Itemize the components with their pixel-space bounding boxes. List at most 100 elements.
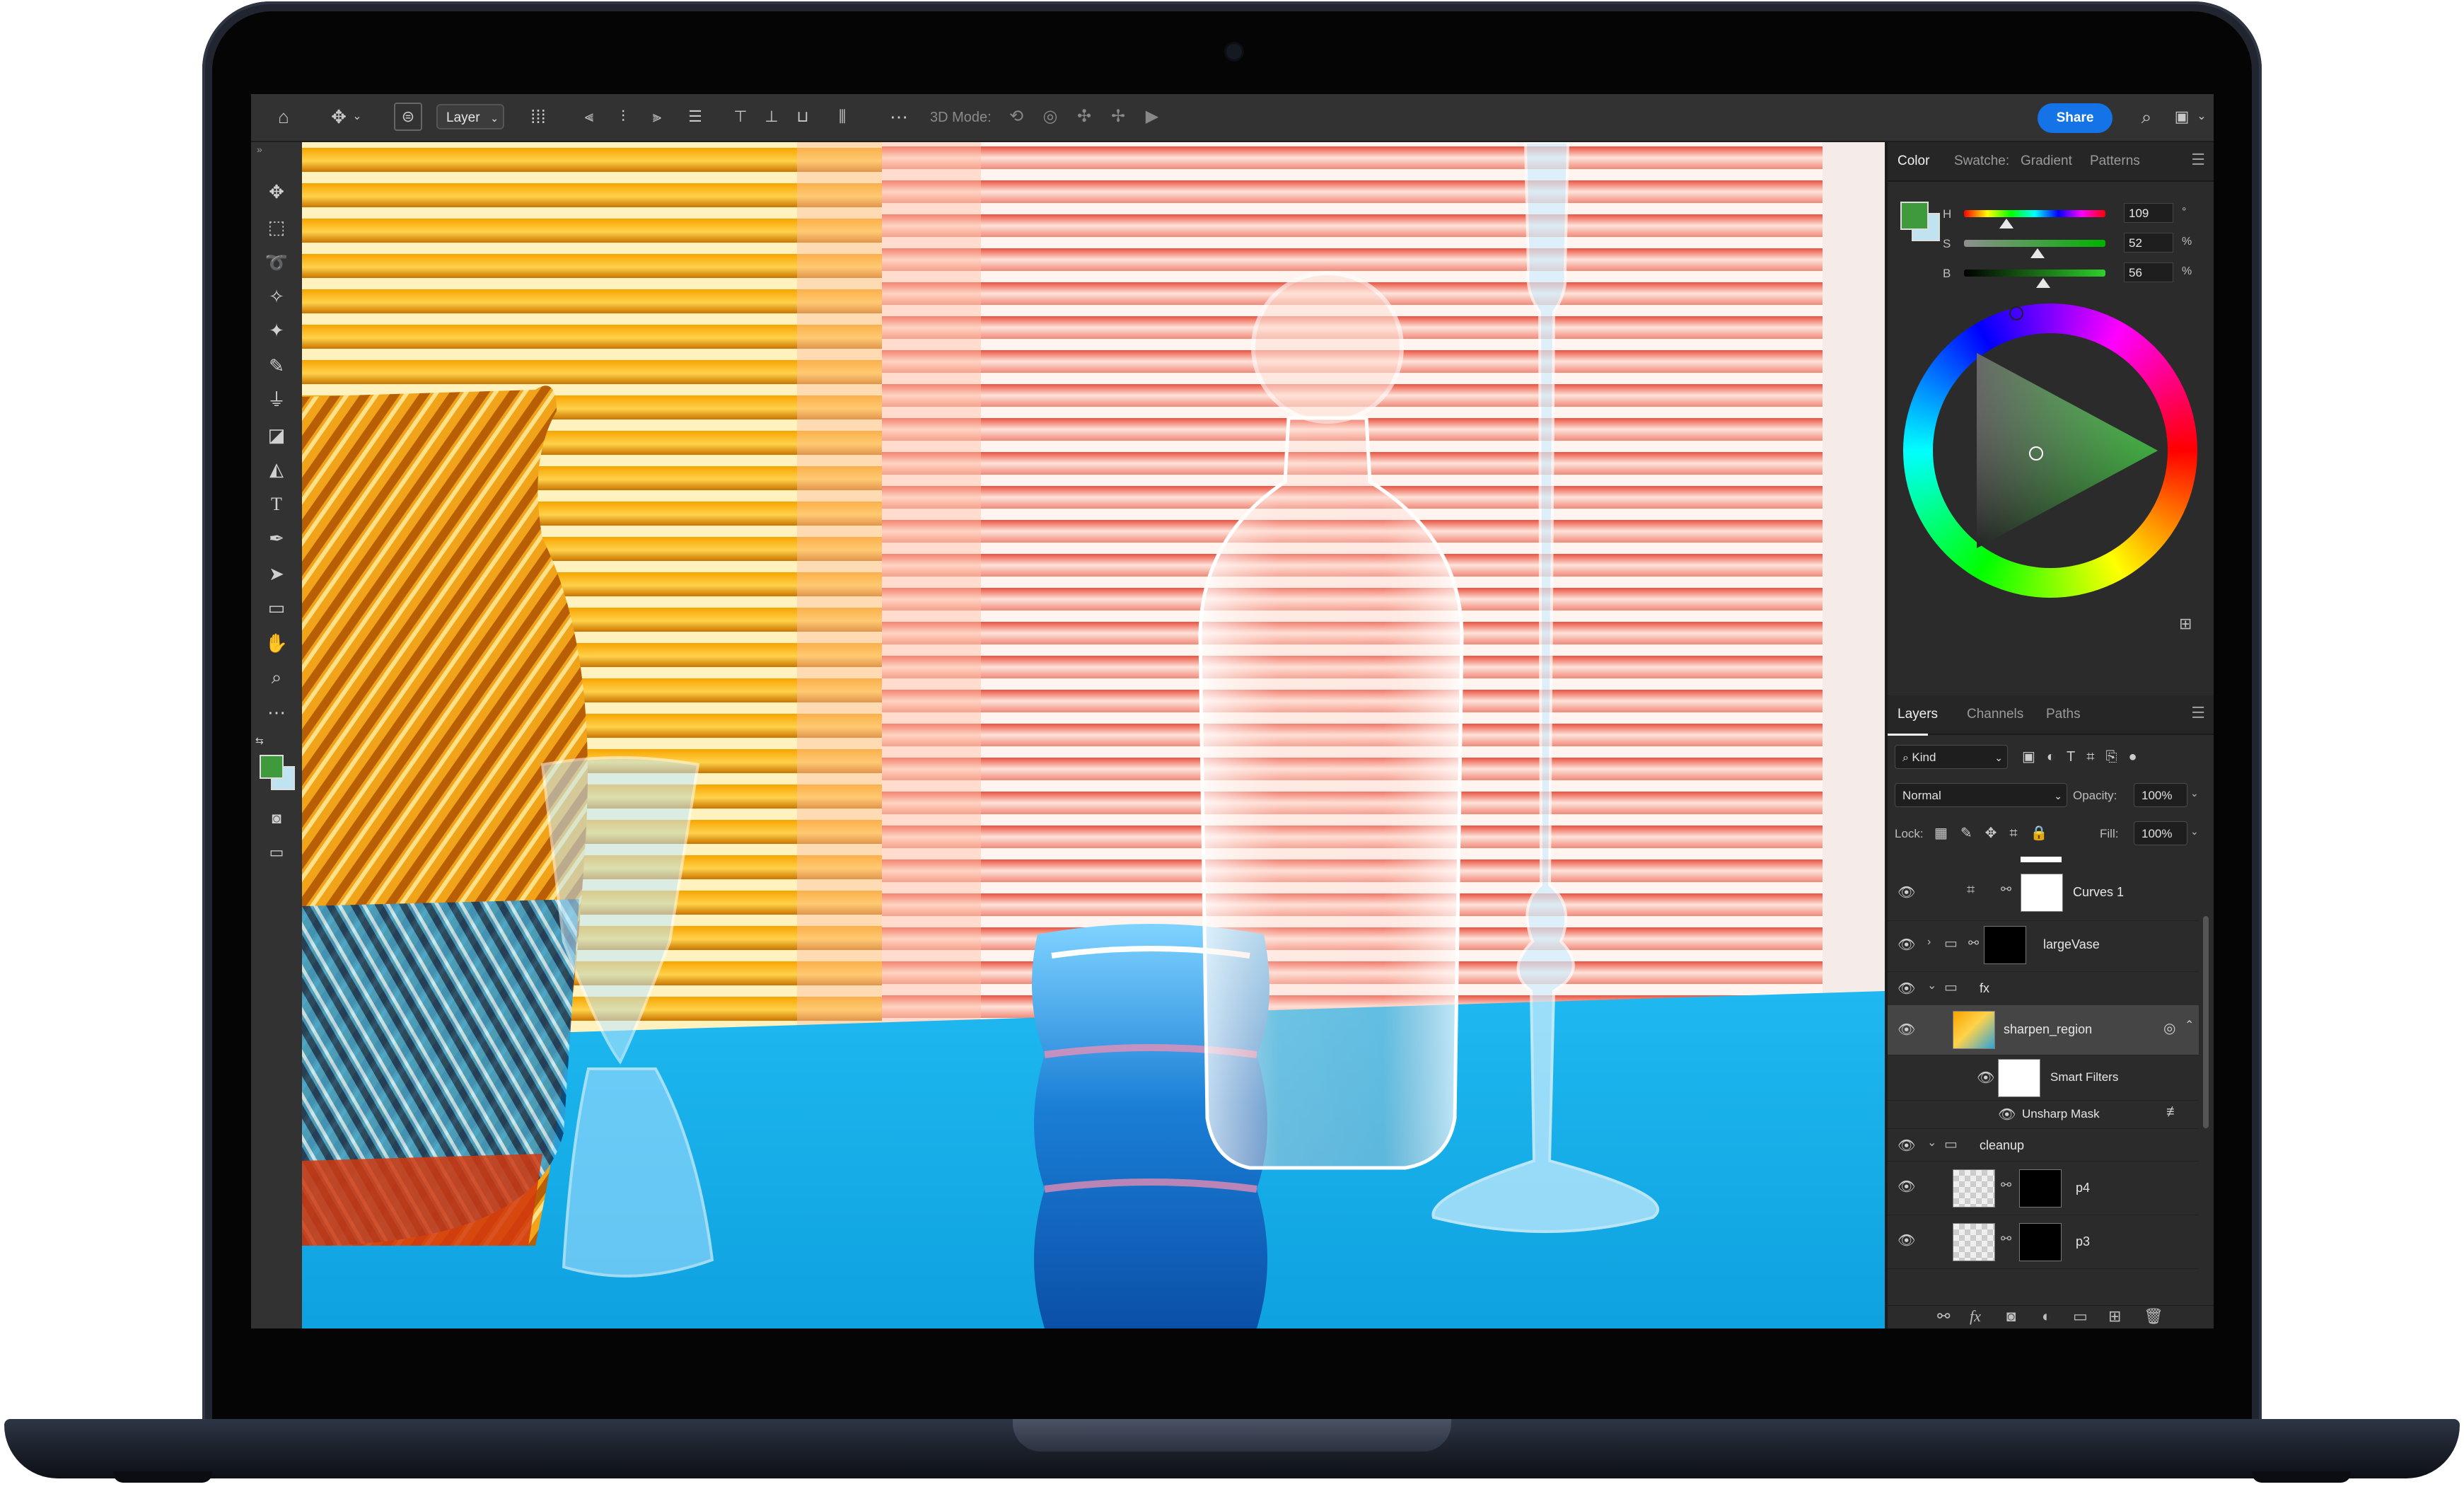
tab-gradient[interactable]: Gradient	[2021, 154, 2072, 169]
saturation-slider[interactable]	[1964, 240, 2105, 247]
orbit-3d-icon[interactable]: ⟲	[1002, 103, 1030, 131]
healing-tool-icon[interactable]: ✦	[261, 316, 292, 344]
layer-row-curves[interactable]: 👁 ⌗ ⚯ Curves 1	[1888, 867, 2199, 921]
hue-value[interactable]: 109	[2124, 203, 2173, 223]
opacity-value[interactable]: 100%	[2134, 783, 2187, 807]
tab-paths[interactable]: Paths	[2046, 707, 2081, 722]
rectangle-tool-icon[interactable]: ▭	[261, 593, 292, 622]
layer-row-fx[interactable]: 👁 ⌄ ▭ fx	[1888, 971, 2199, 1006]
add-swatch-icon[interactable]: ⊞	[2179, 615, 2192, 633]
tab-swatches[interactable]: Swatche:	[1954, 154, 2009, 169]
more-icon[interactable]: ⋯	[885, 103, 913, 131]
layer-row-largevase[interactable]: 👁 › ▭ ⚯ largeVase	[1888, 920, 2199, 972]
quick-mask-icon[interactable]: ◙	[261, 804, 292, 833]
fill-value[interactable]: 100%	[2134, 821, 2187, 845]
eye-icon[interactable]: 👁	[1898, 1137, 1915, 1154]
eye-icon[interactable]: 👁	[1898, 980, 1915, 997]
layer-row-sharpen-region[interactable]: 👁 sharpen_region ◎ ⌃	[1888, 1005, 2199, 1055]
lock-icons[interactable]: ▦✎✥⌗🔒	[1934, 824, 2061, 842]
eye-icon[interactable]: 👁	[1898, 1232, 1915, 1249]
filter-options-icon[interactable]: ≢	[2166, 1104, 2180, 1120]
layer-filter-icons[interactable]: ▣◐T⌗⎘●	[2022, 748, 2149, 765]
path-select-tool-icon[interactable]: ➤	[261, 560, 292, 588]
eye-icon[interactable]: 👁	[1898, 936, 1915, 954]
fx-icon[interactable]: fx	[1970, 1307, 1981, 1326]
type-tool-icon[interactable]: T	[261, 490, 292, 519]
auto-select-icon[interactable]: ⊜	[394, 103, 422, 131]
drag-3d-icon[interactable]: ✣	[1070, 103, 1098, 131]
hue-ring-handle[interactable]	[2009, 306, 2023, 320]
layer-row-smart-filters[interactable]: 👁 Smart Filters	[1888, 1055, 2199, 1101]
layer-row-unsharp-mask[interactable]: 👁 Unsharp Mask ≢	[1888, 1100, 2199, 1129]
swap-colors-icon[interactable]: ⇆	[255, 735, 264, 747]
adjustment-layer-icon[interactable]: ◐	[2042, 1307, 2051, 1326]
more-tools-icon[interactable]: ⋯	[261, 698, 292, 726]
eye-icon[interactable]: 👁	[1977, 1069, 1994, 1087]
hand-tool-icon[interactable]: ✋	[261, 629, 292, 657]
new-group-icon[interactable]: ▭	[2073, 1307, 2088, 1326]
pen-tool-icon[interactable]: ✒	[261, 524, 292, 552]
panel-menu-icon[interactable]: ☰	[2191, 704, 2205, 722]
chevron-down-icon[interactable]: ⌄	[1927, 1135, 1936, 1150]
align-bottom-icon[interactable]: ⊔	[789, 103, 817, 131]
document-canvas[interactable]	[302, 142, 1885, 1328]
tab-color[interactable]: Color	[1898, 154, 1929, 169]
chevron-down-icon[interactable]: ⌄	[350, 103, 364, 131]
align-left-icon[interactable]: ⫷	[575, 103, 603, 131]
align-center-icon[interactable]: ⫶	[609, 103, 637, 131]
layer-select[interactable]: Layer ⌄	[436, 104, 504, 129]
brush-tool-icon[interactable]: ✎	[261, 352, 292, 380]
color-foreground-swatch[interactable]	[1900, 202, 1929, 230]
lasso-tool-icon[interactable]: ➰	[261, 248, 292, 277]
saturation-value[interactable]: 52	[2124, 233, 2173, 253]
eye-icon[interactable]: 👁	[1898, 1178, 1915, 1195]
distribute-vertical-icon[interactable]: ⫼	[828, 103, 856, 131]
chevron-down-icon[interactable]: ⌄	[2190, 826, 2199, 838]
layer-row-cleanup[interactable]: 👁 ⌄ ▭ cleanup	[1888, 1128, 2199, 1162]
brightness-slider-thumb[interactable]	[2036, 278, 2050, 288]
new-layer-icon[interactable]: ⊞	[2108, 1307, 2121, 1326]
layer-row-p4[interactable]: 👁 ⚯ p4	[1888, 1161, 2199, 1215]
chevron-up-icon[interactable]: ⌃	[2185, 1018, 2194, 1032]
marquee-tool-icon[interactable]: ⬚	[261, 213, 292, 241]
zoom-tool-icon[interactable]: ⌕	[261, 663, 292, 691]
clone-stamp-tool-icon[interactable]: ⏚	[261, 386, 292, 414]
workspace-icon[interactable]: ▣	[2168, 103, 2196, 131]
link-layers-icon[interactable]: ⚯	[1937, 1307, 1950, 1326]
roll-3d-icon[interactable]: ◎	[1036, 103, 1064, 131]
panel-menu-icon[interactable]: ☰	[2191, 151, 2205, 169]
chevron-down-icon[interactable]: ⌄	[2190, 787, 2199, 799]
move-icon[interactable]: ✥	[325, 103, 353, 131]
eye-icon[interactable]: 👁	[1898, 1021, 1915, 1038]
tab-layers[interactable]: Layers	[1898, 707, 1938, 722]
chevron-right-icon[interactable]: ›	[1927, 936, 1931, 949]
object-select-tool-icon[interactable]: ✧	[261, 282, 292, 311]
eye-icon[interactable]: 👁	[1998, 1106, 2016, 1123]
chevron-down-icon[interactable]: ⌄	[1927, 978, 1936, 992]
layer-filter-select[interactable]: ⌕ Kind ⌄	[1895, 745, 2008, 769]
hue-slider[interactable]	[1964, 210, 2105, 217]
align-middle-icon[interactable]: ⊥	[757, 103, 786, 131]
tab-patterns[interactable]: Patterns	[2090, 154, 2140, 169]
layer-row-p3[interactable]: 👁 ⚯ p3	[1888, 1215, 2199, 1269]
blend-mode-select[interactable]: Normal ⌄	[1895, 783, 2067, 807]
transform-icon[interactable]: ⁞⁞⁞	[524, 103, 552, 131]
eraser-tool-icon[interactable]: ◪	[261, 421, 292, 449]
saturation-slider-thumb[interactable]	[2030, 248, 2045, 258]
tab-channels[interactable]: Channels	[1967, 707, 2023, 722]
foreground-color-swatch[interactable]	[260, 755, 284, 779]
brightness-slider[interactable]	[1964, 270, 2105, 277]
brightness-value[interactable]: 56	[2124, 262, 2173, 282]
eye-icon[interactable]: 👁	[1898, 884, 1915, 901]
paint-bucket-tool-icon[interactable]: ◭	[261, 455, 292, 483]
align-right-icon[interactable]: ⫸	[643, 103, 671, 131]
layers-scrollbar[interactable]	[2203, 916, 2209, 1128]
screen-mode-icon[interactable]: ▭	[261, 838, 292, 867]
search-icon[interactable]: ⌕	[2132, 103, 2161, 131]
home-icon[interactable]: ⌂	[269, 103, 298, 131]
color-triangle[interactable]	[1933, 333, 2168, 568]
collapse-icon[interactable]: »	[257, 144, 262, 155]
slide-3d-icon[interactable]: ✢	[1104, 103, 1132, 131]
filter-effects-icon[interactable]: ◎	[2163, 1019, 2175, 1037]
chevron-down-icon[interactable]: ⌄	[2195, 103, 2209, 131]
